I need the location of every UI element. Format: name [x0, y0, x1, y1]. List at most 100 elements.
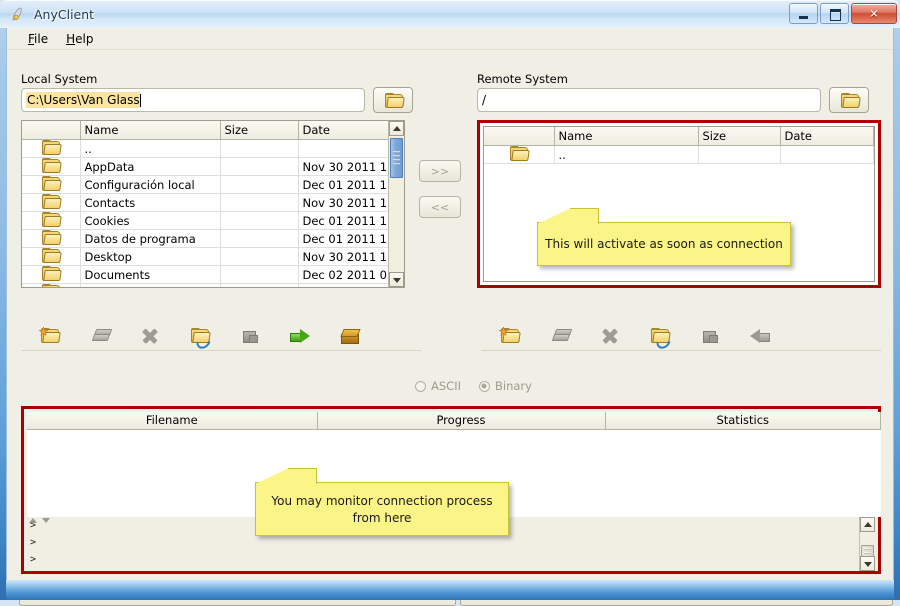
folder-icon: [42, 284, 61, 287]
local-scroll-down-button[interactable]: [389, 272, 404, 287]
local-row-name: Cookies: [80, 211, 221, 230]
table-row[interactable]: ..: [484, 145, 874, 164]
local-row-date: Dec 01 2011 1...: [298, 229, 389, 248]
table-row[interactable]: Contacts Nov 30 2011 1...: [22, 193, 389, 212]
local-upload-button[interactable]: [275, 322, 325, 350]
local-row-size: [220, 247, 299, 266]
log-scrollbar[interactable]: [859, 517, 875, 571]
local-col-icon[interactable]: [22, 121, 81, 140]
local-col-date[interactable]: Date: [298, 121, 389, 140]
queue-col-statistics[interactable]: Statistics: [605, 412, 881, 430]
local-browse-button[interactable]: [373, 87, 413, 113]
remote-col-date[interactable]: Date: [780, 127, 874, 146]
table-row[interactable]: Documents Dec 02 2011 0...: [22, 265, 389, 284]
minimize-button[interactable]: [789, 3, 818, 24]
local-new-folder-button[interactable]: [25, 322, 75, 350]
queue-table: Filename Progress Statistics: [27, 412, 881, 430]
log-separator: ----------------------------------------…: [27, 568, 865, 571]
queue-col-progress[interactable]: Progress: [317, 412, 606, 430]
transfer-to-local-button[interactable]: <<: [419, 196, 461, 218]
window-controls: ✕: [789, 3, 897, 24]
table-row[interactable]: Datos de programa Dec 01 2011 1...: [22, 229, 389, 248]
remote-delete-button[interactable]: [585, 322, 635, 350]
menu-help[interactable]: Help: [57, 30, 102, 48]
local-scroll-up-button[interactable]: [389, 121, 404, 136]
local-delete-button[interactable]: [125, 322, 175, 350]
local-row-date: Dec 02 2011 0...: [298, 265, 389, 284]
remote-new-folder-button[interactable]: [485, 322, 535, 350]
remote-file-table: Name Size Date ..: [484, 127, 874, 164]
local-scrollbar[interactable]: [388, 121, 404, 287]
remote-download-button[interactable]: [735, 322, 785, 350]
close-button[interactable]: ✕: [851, 3, 897, 24]
remote-col-name[interactable]: Name: [554, 127, 699, 146]
local-rename-button[interactable]: [75, 322, 125, 350]
remote-browse-button[interactable]: [829, 87, 869, 113]
table-row[interactable]: Downloads Dec 01 2011 1...: [22, 283, 389, 287]
radio-binary-label: Binary: [494, 379, 532, 393]
remote-col-size[interactable]: Size: [698, 127, 781, 146]
folder-icon: [840, 93, 861, 108]
properties-icon: [703, 330, 718, 343]
local-row-name: Documents: [80, 265, 221, 284]
local-path-input[interactable]: C:\Users\Van Glass: [21, 88, 365, 112]
delete-icon: [602, 328, 619, 344]
local-row-size: [220, 265, 299, 284]
local-row-date: Dec 01 2011 1...: [298, 211, 389, 230]
local-file-table: Name Size Date ..AppData Nov 30 2011 1...…: [22, 121, 389, 287]
transfer-to-remote-button[interactable]: >>: [419, 160, 461, 182]
local-row-date: Nov 30 2011 1...: [298, 247, 389, 266]
menu-file[interactable]: File: [19, 30, 57, 48]
queue-col-filename[interactable]: Filename: [27, 412, 318, 430]
remote-col-icon[interactable]: [484, 127, 555, 146]
log-scroll-up-button[interactable]: [860, 517, 875, 532]
local-file-list[interactable]: Name Size Date ..AppData Nov 30 2011 1...…: [22, 121, 389, 287]
table-row[interactable]: AppData Nov 30 2011 1...: [22, 157, 389, 176]
local-row-size: [220, 175, 299, 194]
local-row-icon: [22, 283, 81, 287]
local-row-name: AppData: [80, 157, 221, 176]
table-row[interactable]: ..: [22, 139, 389, 158]
remote-properties-button[interactable]: [685, 322, 735, 350]
local-scroll-thumb[interactable]: [390, 138, 403, 178]
folder-icon: [42, 266, 63, 281]
local-row-name: Contacts: [80, 193, 221, 212]
local-toolbar-divider: [21, 350, 421, 351]
maximize-button[interactable]: [820, 3, 849, 24]
local-row-size: [220, 229, 299, 248]
radio-ascii[interactable]: ASCII: [415, 379, 461, 393]
table-row[interactable]: Desktop Nov 30 2011 1...: [22, 247, 389, 266]
queue-callout-line1: You may monitor connection process: [271, 493, 493, 508]
remote-path-input[interactable]: /: [477, 88, 821, 112]
remote-table-header: Name Size Date: [484, 127, 874, 146]
local-row-icon: [22, 265, 81, 284]
queue-callout-line2: from here: [352, 510, 412, 525]
new-folder-icon: [38, 327, 61, 344]
local-refresh-button[interactable]: [175, 322, 225, 352]
local-package-button[interactable]: [325, 322, 375, 350]
radio-binary[interactable]: Binary: [478, 379, 532, 393]
remote-rename-button[interactable]: [535, 322, 585, 350]
local-col-size[interactable]: Size: [220, 121, 299, 140]
refresh-folder-icon: [190, 328, 213, 352]
local-row-date: Nov 30 2011 1...: [298, 193, 389, 212]
table-row[interactable]: Configuración local Dec 01 2011 1...: [22, 175, 389, 194]
local-row-date: Dec 01 2011 1...: [298, 175, 389, 194]
log-line: >: [30, 554, 37, 565]
local-col-name[interactable]: Name: [80, 121, 221, 140]
remote-system-label: Remote System: [477, 72, 568, 86]
log-scroll-down-button[interactable]: [860, 556, 875, 571]
title-bar: AnyClient ✕: [0, 0, 900, 28]
local-properties-button[interactable]: [225, 322, 275, 350]
local-row-size: [220, 283, 299, 287]
anyclient-window: AnyClient ✕ File Help Local System C:\Us…: [0, 0, 900, 606]
local-row-name: Desktop: [80, 247, 221, 266]
table-row[interactable]: Cookies Dec 01 2011 1...: [22, 211, 389, 230]
local-row-name: Datos de programa: [80, 229, 221, 248]
folder-icon: [42, 194, 63, 209]
remote-refresh-button[interactable]: [635, 322, 685, 352]
remote-row-name: ..: [554, 145, 699, 164]
remote-callout-text: This will activate as soon as connection: [545, 237, 783, 251]
title-bar-left: AnyClient: [10, 6, 94, 23]
package-icon: [340, 328, 361, 344]
